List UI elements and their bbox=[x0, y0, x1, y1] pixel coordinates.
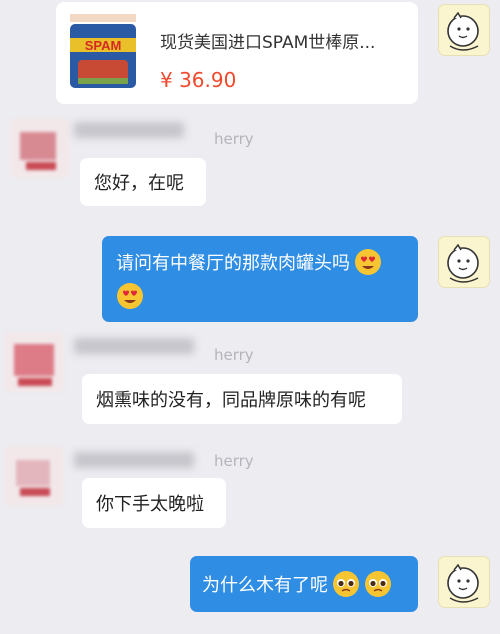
cartoon-face-icon bbox=[447, 563, 479, 603]
product-title: 现货美国进口SPAM世棒原... bbox=[160, 33, 376, 53]
cartoon-face-icon bbox=[447, 243, 479, 283]
can-brand-text: SPAM bbox=[85, 38, 122, 53]
product-price: ¥ 36.90 bbox=[160, 68, 237, 92]
buyer-avatar[interactable] bbox=[438, 556, 490, 608]
seller-name-blurred bbox=[74, 122, 184, 138]
product-image: SPAM bbox=[64, 8, 144, 98]
pleading-face-emoji-icon bbox=[365, 571, 391, 597]
message-text: 请问有中餐厅的那款肉罐头吗 bbox=[116, 253, 350, 274]
seller-avatar[interactable] bbox=[10, 118, 70, 178]
seller-avatar[interactable] bbox=[4, 446, 64, 506]
seller-name-blurred bbox=[74, 452, 194, 468]
heart-eyes-emoji-icon bbox=[355, 249, 381, 275]
cartoon-face-icon bbox=[447, 11, 479, 51]
seller-name-blurred bbox=[74, 338, 194, 354]
seller-name-suffix: herry bbox=[214, 130, 254, 148]
message-text: 为什么木有了呢 bbox=[202, 575, 328, 596]
product-card[interactable]: SPAM 现货美国进口SPAM世棒原... ¥ 36.90 bbox=[56, 2, 418, 104]
message-bubble: 你下手太晚啦 bbox=[82, 478, 226, 528]
message-bubble-outgoing: 为什么木有了呢 bbox=[190, 556, 418, 612]
message-bubble: 烟熏味的没有，同品牌原味的有呢 bbox=[82, 374, 402, 424]
message-text: 烟熏味的没有，同品牌原味的有呢 bbox=[96, 390, 366, 411]
pleading-face-emoji-icon bbox=[333, 571, 359, 597]
chat-screen: SPAM 现货美国进口SPAM世棒原... ¥ 36.90 herry 您好，在… bbox=[0, 0, 500, 634]
seller-avatar[interactable] bbox=[4, 332, 64, 392]
message-text: 您好，在呢 bbox=[94, 173, 184, 194]
buyer-avatar[interactable] bbox=[438, 4, 490, 56]
heart-eyes-emoji-icon bbox=[117, 283, 143, 309]
message-bubble: 您好，在呢 bbox=[80, 158, 206, 206]
message-text: 你下手太晚啦 bbox=[96, 494, 204, 515]
seller-name-suffix: herry bbox=[214, 452, 254, 470]
buyer-avatar[interactable] bbox=[438, 236, 490, 288]
seller-name-suffix: herry bbox=[214, 346, 254, 364]
message-bubble-outgoing: 请问有中餐厅的那款肉罐头吗 bbox=[102, 236, 418, 322]
